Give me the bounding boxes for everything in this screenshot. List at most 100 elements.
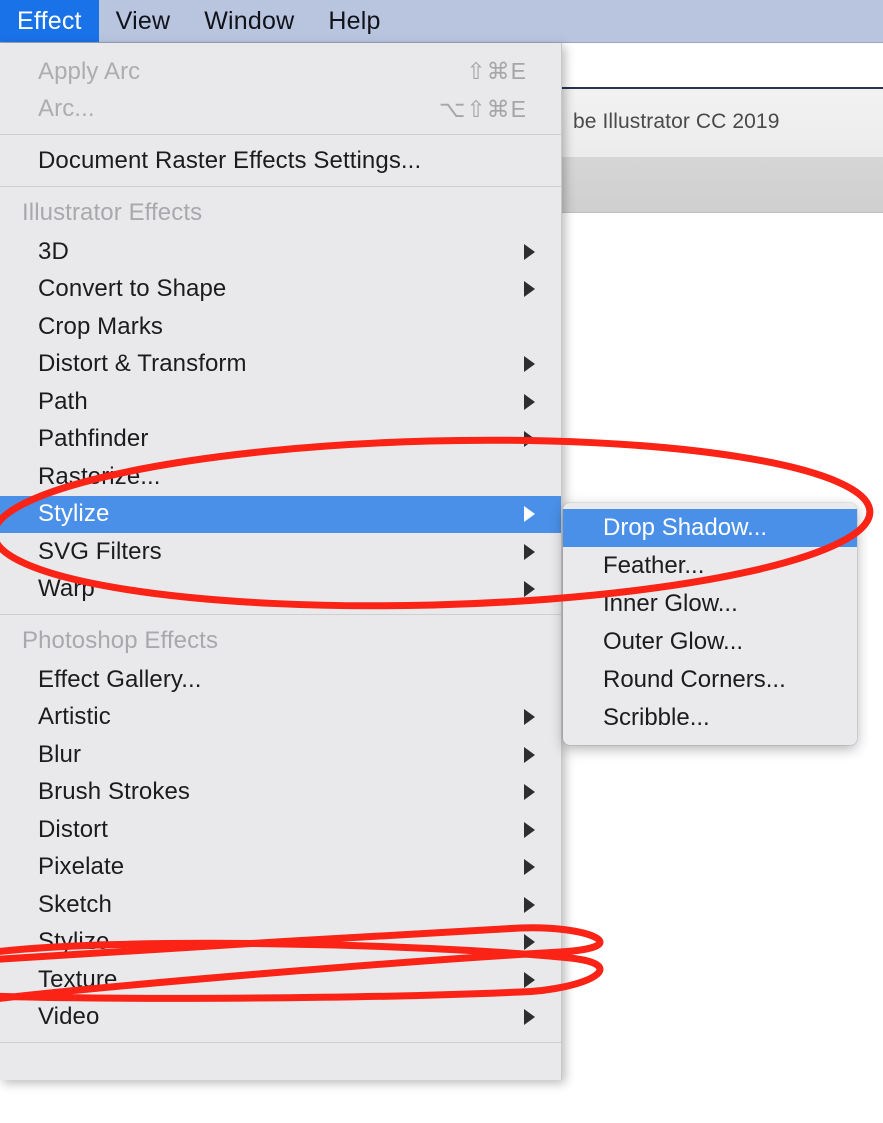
menu-item-label: Crop Marks	[38, 312, 164, 340]
submenu-item-drop-shadow[interactable]: Drop Shadow...	[563, 509, 857, 547]
menu-item-label: Warp	[38, 575, 95, 603]
menu-item-artistic[interactable]: Artistic	[0, 699, 561, 737]
menu-item-blur[interactable]: Blur	[0, 736, 561, 774]
stylize-submenu-panel: Drop Shadow... Feather... Inner Glow... …	[563, 503, 857, 745]
menu-item-label: Path	[38, 387, 88, 415]
submenu-item-label: Scribble...	[603, 704, 710, 731]
menu-item-stylize-photoshop[interactable]: Stylize	[0, 924, 561, 962]
menu-item-pixelate[interactable]: Pixelate	[0, 849, 561, 887]
menu-item-label: Convert to Shape	[38, 275, 227, 303]
submenu-arrow-icon	[524, 859, 535, 876]
menu-item-video[interactable]: Video	[0, 999, 561, 1037]
menu-separator	[0, 614, 561, 615]
submenu-arrow-icon	[524, 243, 535, 260]
menu-item-label: Brush Strokes	[38, 778, 191, 806]
menu-item-label: Distort & Transform	[38, 350, 247, 378]
submenu-item-inner-glow[interactable]: Inner Glow...	[563, 585, 857, 623]
submenu-item-outer-glow[interactable]: Outer Glow...	[563, 623, 857, 661]
submenu-arrow-icon	[524, 896, 535, 913]
submenu-arrow-icon	[524, 543, 535, 560]
submenu-arrow-icon	[524, 709, 535, 726]
menu-item-effect-gallery[interactable]: Effect Gallery...	[0, 661, 561, 699]
menu-item-texture[interactable]: Texture	[0, 961, 561, 999]
menu-item-path[interactable]: Path	[0, 383, 561, 421]
menu-top-spacer	[0, 43, 561, 53]
menu-item-shortcut: ⇧⌘E	[466, 58, 527, 85]
menu-item-pathfinder[interactable]: Pathfinder	[0, 421, 561, 459]
app-window-titlebar: be Illustrator CC 2019	[561, 87, 883, 157]
submenu-arrow-icon	[524, 746, 535, 763]
menu-item-crop-marks[interactable]: Crop Marks	[0, 308, 561, 346]
menu-item-label: Blur	[38, 740, 82, 768]
menu-separator	[0, 1042, 561, 1043]
app-window-title: be Illustrator CC 2019	[573, 110, 780, 133]
menubar-item-effect[interactable]: Effect	[0, 0, 99, 42]
menu-section-photoshop-effects: Photoshop Effects	[0, 621, 561, 661]
menu-item-warp[interactable]: Warp	[0, 571, 561, 609]
menu-item-label: SVG Filters	[38, 537, 162, 565]
menu-item-convert-to-shape[interactable]: Convert to Shape	[0, 271, 561, 309]
menubar-item-window[interactable]: Window	[187, 0, 311, 42]
menu-section-label: Illustrator Effects	[22, 199, 203, 226]
menu-item-3d[interactable]: 3D	[0, 233, 561, 271]
menu-item-label: Video	[38, 1003, 100, 1031]
submenu-item-label: Drop Shadow...	[603, 514, 768, 541]
menu-section-illustrator-effects: Illustrator Effects	[0, 193, 561, 233]
menu-item-label: Apply Arc	[38, 57, 141, 85]
menu-item-label: Sketch	[38, 890, 112, 918]
menu-item-label: Stylize	[38, 928, 110, 956]
menu-item-label: Pixelate	[38, 853, 125, 881]
menu-separator	[0, 134, 561, 135]
menu-item-label: Pathfinder	[38, 425, 149, 453]
submenu-arrow-icon	[524, 581, 535, 598]
menu-section-label: Photoshop Effects	[22, 627, 219, 654]
submenu-arrow-icon	[524, 934, 535, 951]
submenu-item-scribble[interactable]: Scribble...	[563, 699, 857, 737]
app-toolbar-band	[561, 157, 883, 213]
menubar-item-label: Window	[204, 6, 295, 35]
submenu-arrow-icon	[524, 784, 535, 801]
menubar-item-label: Effect	[17, 6, 82, 35]
menubar-item-view[interactable]: View	[99, 0, 188, 42]
menu-item-stylize-illustrator[interactable]: Stylize	[0, 495, 561, 533]
menu-item-arc: Arc... ⌥⇧⌘E	[0, 91, 561, 129]
menu-item-shortcut: ⌥⇧⌘E	[438, 95, 527, 122]
submenu-item-label: Round Corners...	[603, 666, 786, 693]
menu-bar: Effect View Window Help	[0, 0, 883, 43]
menu-item-document-raster-effects-settings[interactable]: Document Raster Effects Settings...	[0, 141, 561, 180]
menubar-item-label: Help	[328, 6, 381, 35]
menu-item-label: Document Raster Effects Settings...	[38, 146, 422, 174]
menu-item-distort[interactable]: Distort	[0, 811, 561, 849]
effect-dropdown-menu: Apply Arc ⇧⌘E Arc... ⌥⇧⌘E Document Raste…	[0, 43, 562, 1080]
menu-item-sketch[interactable]: Sketch	[0, 886, 561, 924]
menubar-item-label: View	[115, 6, 171, 35]
submenu-item-label: Feather...	[603, 552, 705, 579]
submenu-item-label: Outer Glow...	[603, 628, 744, 655]
menu-item-apply-arc: Apply Arc ⇧⌘E	[0, 53, 561, 91]
submenu-item-round-corners[interactable]: Round Corners...	[563, 661, 857, 699]
submenu-arrow-icon	[524, 821, 535, 838]
menu-separator	[0, 186, 561, 187]
menu-item-label: Texture	[38, 965, 118, 993]
submenu-item-label: Inner Glow...	[603, 590, 738, 617]
menu-item-label: Rasterize...	[38, 462, 161, 490]
menubar-item-help[interactable]: Help	[311, 0, 397, 42]
submenu-arrow-icon	[524, 971, 535, 988]
menu-item-rasterize[interactable]: Rasterize...	[0, 458, 561, 496]
menu-item-label: Artistic	[38, 703, 111, 731]
menu-item-label: Distort	[38, 815, 109, 843]
menu-item-label: Arc...	[38, 95, 95, 123]
menu-item-label: 3D	[38, 237, 69, 265]
submenu-arrow-icon	[524, 506, 535, 523]
menu-item-brush-strokes[interactable]: Brush Strokes	[0, 774, 561, 812]
submenu-arrow-icon	[524, 431, 535, 448]
menu-item-svg-filters[interactable]: SVG Filters	[0, 533, 561, 571]
menu-item-distort-and-transform[interactable]: Distort & Transform	[0, 346, 561, 384]
submenu-arrow-icon	[524, 281, 535, 298]
submenu-arrow-icon	[524, 1009, 535, 1026]
menu-item-label: Effect Gallery...	[38, 665, 202, 693]
submenu-arrow-icon	[524, 393, 535, 410]
submenu-arrow-icon	[524, 356, 535, 373]
menu-item-label: Stylize	[38, 500, 110, 528]
submenu-item-feather[interactable]: Feather...	[563, 547, 857, 585]
